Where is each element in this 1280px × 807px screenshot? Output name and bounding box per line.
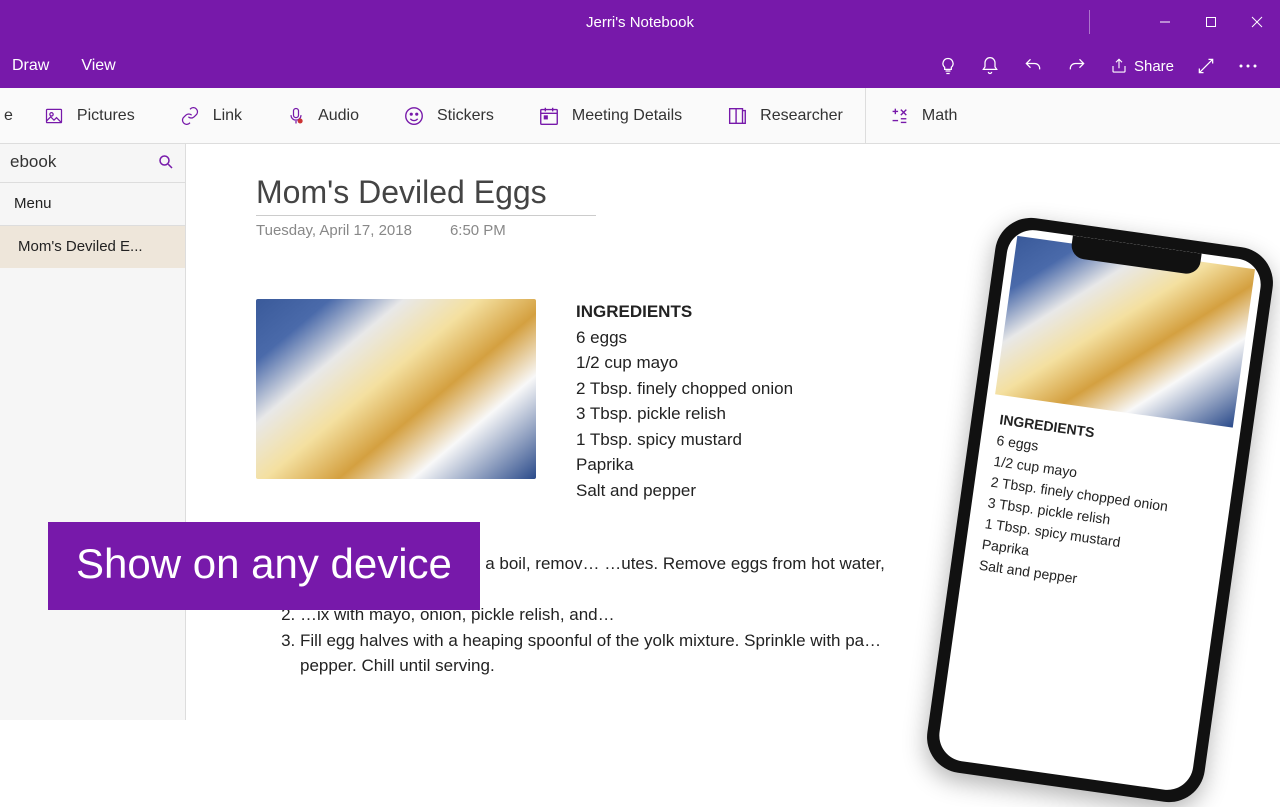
undo-icon[interactable] <box>1022 56 1044 76</box>
smile-icon <box>403 105 425 127</box>
close-button[interactable] <box>1234 0 1280 44</box>
ingredients-block[interactable]: INGREDIENTS 6 eggs 1/2 cup mayo 2 Tbsp. … <box>576 299 793 503</box>
tool-link[interactable]: Link <box>157 88 264 143</box>
maximize-button[interactable] <box>1188 0 1234 44</box>
calendar-icon <box>538 105 560 127</box>
tool-item-partial[interactable]: e <box>0 88 21 143</box>
ribbon: Draw View Share <box>0 44 1280 88</box>
tool-math[interactable]: Math <box>866 88 980 143</box>
phone-ingredients: INGREDIENTS 6 eggs 1/2 cup mayo 2 Tbsp. … <box>960 393 1241 623</box>
search-icon[interactable] <box>157 153 175 171</box>
insert-toolbar: e Pictures Link Audio Stickers Meeting D… <box>0 88 1280 144</box>
sidebar-item-menu[interactable]: Menu <box>0 183 185 225</box>
picture-icon <box>43 106 65 126</box>
ingredient-line: Paprika <box>576 452 793 478</box>
tab-draw[interactable]: Draw <box>10 53 51 79</box>
fullscreen-icon[interactable] <box>1196 56 1216 76</box>
ingredients-heading: INGREDIENTS <box>576 299 793 325</box>
tab-view[interactable]: View <box>79 53 117 79</box>
share-label: Share <box>1134 58 1174 75</box>
tool-meeting[interactable]: Meeting Details <box>516 88 704 143</box>
ingredient-line: 3 Tbsp. pickle relish <box>576 401 793 427</box>
tool-researcher[interactable]: Researcher <box>704 88 865 143</box>
link-icon <box>179 106 201 126</box>
promo-banner: Show on any device <box>48 522 480 610</box>
ingredient-line: 2 Tbsp. finely chopped onion <box>576 376 793 402</box>
redo-icon[interactable] <box>1066 56 1088 76</box>
tool-stickers[interactable]: Stickers <box>381 88 516 143</box>
more-icon[interactable] <box>1238 63 1258 69</box>
separator <box>1089 10 1090 34</box>
direction-step: Fill egg halves with a heaping spoonful … <box>300 628 906 679</box>
tool-pictures[interactable]: Pictures <box>21 88 157 143</box>
minimize-button[interactable] <box>1142 0 1188 44</box>
sidebar: ebook Menu Mom's Deviled E... <box>0 144 186 720</box>
separator <box>256 215 596 216</box>
titlebar: Jerri's Notebook <box>0 0 1280 44</box>
share-button[interactable]: Share <box>1110 57 1174 75</box>
book-icon <box>726 105 748 127</box>
recipe-image[interactable] <box>256 299 536 479</box>
window-title: Jerri's Notebook <box>586 14 694 31</box>
sidebar-item-deviled-eggs[interactable]: Mom's Deviled E... <box>0 226 185 268</box>
microphone-icon <box>286 105 306 127</box>
share-icon <box>1110 57 1128 75</box>
page-date: Tuesday, April 17, 2018 <box>256 222 412 239</box>
lightbulb-icon[interactable] <box>938 56 958 76</box>
ingredient-line: 1 Tbsp. spicy mustard <box>576 427 793 453</box>
ingredient-line: 1/2 cup mayo <box>576 350 793 376</box>
notebook-name[interactable]: ebook <box>10 152 56 172</box>
bell-icon[interactable] <box>980 56 1000 76</box>
ingredient-line: 6 eggs <box>576 325 793 351</box>
page-title[interactable]: Mom's Deviled Eggs <box>256 174 1280 211</box>
page-time: 6:50 PM <box>450 222 506 239</box>
tool-audio[interactable]: Audio <box>264 88 381 143</box>
math-icon <box>888 105 910 127</box>
ingredient-line: Salt and pepper <box>576 478 793 504</box>
